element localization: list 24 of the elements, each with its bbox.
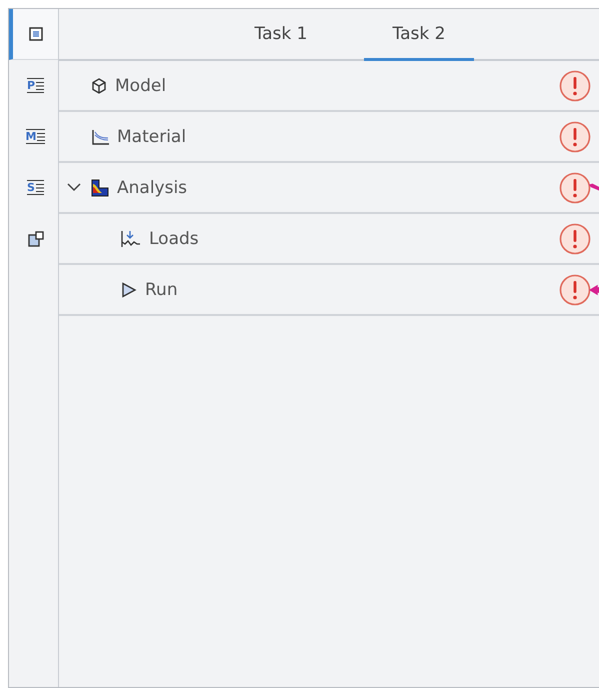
play-icon <box>121 282 137 298</box>
sidebar-tab[interactable]: P <box>9 60 58 111</box>
tree-label: Model <box>115 76 166 96</box>
sidebar-tab[interactable] <box>9 9 58 60</box>
tree-row[interactable]: Analysis <box>59 163 599 214</box>
tab[interactable]: Task 2 <box>364 9 474 61</box>
chevron-icon[interactable] <box>67 183 81 192</box>
tree-row[interactable]: Run <box>59 265 599 316</box>
cube-icon <box>91 78 107 94</box>
tree-label: Analysis <box>117 178 188 198</box>
tree-label: Material <box>117 126 186 146</box>
windows-icon <box>28 230 44 246</box>
sidebar-tab[interactable]: M <box>9 111 58 162</box>
heatmap-icon <box>91 178 109 196</box>
sidebar-tab[interactable]: S <box>9 162 58 213</box>
tree-label: Loads <box>149 228 199 248</box>
tree-row[interactable]: Model <box>59 61 599 112</box>
tree-row[interactable]: Loads <box>59 214 599 265</box>
tree-row[interactable]: Material <box>59 112 599 163</box>
document-icon <box>28 27 42 41</box>
tree-label: Run <box>145 280 178 300</box>
load-icon <box>121 230 141 248</box>
tab[interactable]: Task 1 <box>226 9 336 61</box>
curve-icon <box>91 128 109 144</box>
